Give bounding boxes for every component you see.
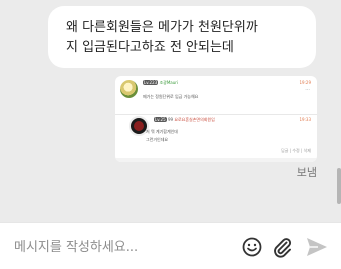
message-text-line-2: 지 입금된다고하죠 전 안되는데	[66, 40, 234, 55]
message-input[interactable]	[14, 237, 214, 257]
comment-actions: 답글 | 수정 | 삭제	[281, 148, 311, 153]
paperclip-icon	[274, 238, 292, 258]
comment-post-1: Lv.223 조광Mauri 19:29 ··· 메가는 정원단위로 입금 가능…	[115, 76, 317, 114]
comment-meta: Lv.223 조광Mauri	[143, 80, 178, 85]
comment-post-2: Lv.25 99 요로요혼실손면의회원입 19:33 저 뭐 계기합계인데 그런…	[124, 112, 315, 160]
chat-area: 왜 다른회원들은 메가가 천원단위까 지 입금된다고하죠 전 안되는데 Lv.2…	[0, 0, 341, 222]
level-badge: Lv.223	[143, 80, 159, 85]
send-button[interactable]	[305, 235, 329, 259]
comment-time: 19:33	[299, 117, 311, 122]
avatar	[120, 80, 138, 98]
comment-nickname: 요로요혼실손면의회원입	[174, 117, 215, 122]
comment-text-line-2: 그런거인데요	[146, 137, 169, 142]
comment-meta: Lv.25 99 요로요혼실손면의회원입	[154, 117, 215, 122]
attached-screenshot[interactable]: Lv.223 조광Mauri 19:29 ··· 메가는 정원단위로 입금 가능…	[115, 76, 317, 162]
count-badge: 99	[167, 117, 174, 122]
message-bubble: 왜 다른회원들은 메가가 천원단위까 지 입금된다고하죠 전 안되는데	[48, 6, 316, 68]
scrollbar[interactable]	[336, 0, 341, 222]
emoji-button[interactable]	[240, 235, 264, 259]
level-badge: Lv.25	[154, 117, 167, 122]
send-icon	[307, 238, 327, 256]
smiley-icon	[242, 237, 262, 257]
more-icon: ···	[305, 87, 310, 93]
comment-text-line-1: 저 뭐 계기합계인데	[146, 129, 178, 134]
message-composer	[0, 222, 341, 269]
comment-nickname: 조광Mauri	[159, 80, 179, 85]
comment-time: 19:29	[299, 80, 311, 85]
cropped-edge	[115, 158, 317, 162]
comment-text: 메가는 정원단위로 입금 가능해요	[143, 94, 199, 99]
sent-status: 보냄	[296, 166, 317, 179]
scroll-thumb[interactable]	[337, 168, 341, 204]
attach-button[interactable]	[270, 235, 294, 259]
message-text-line-1: 왜 다른회원들은 메가가 천원단위까	[66, 20, 258, 35]
